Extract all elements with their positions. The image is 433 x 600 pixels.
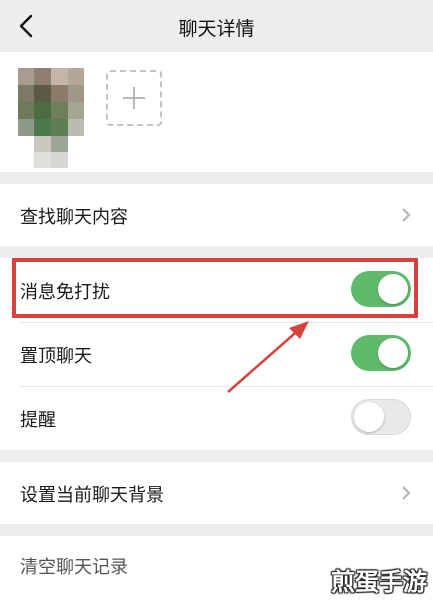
chat-details-page: 聊天详情 查找聊天内容 消息免打扰 置顶聊天 提醒 设置当前聊天背景 清空聊天记… [0,0,433,600]
watermark: 煎蛋手游 [331,568,427,596]
annotation-arrow [227,321,309,393]
